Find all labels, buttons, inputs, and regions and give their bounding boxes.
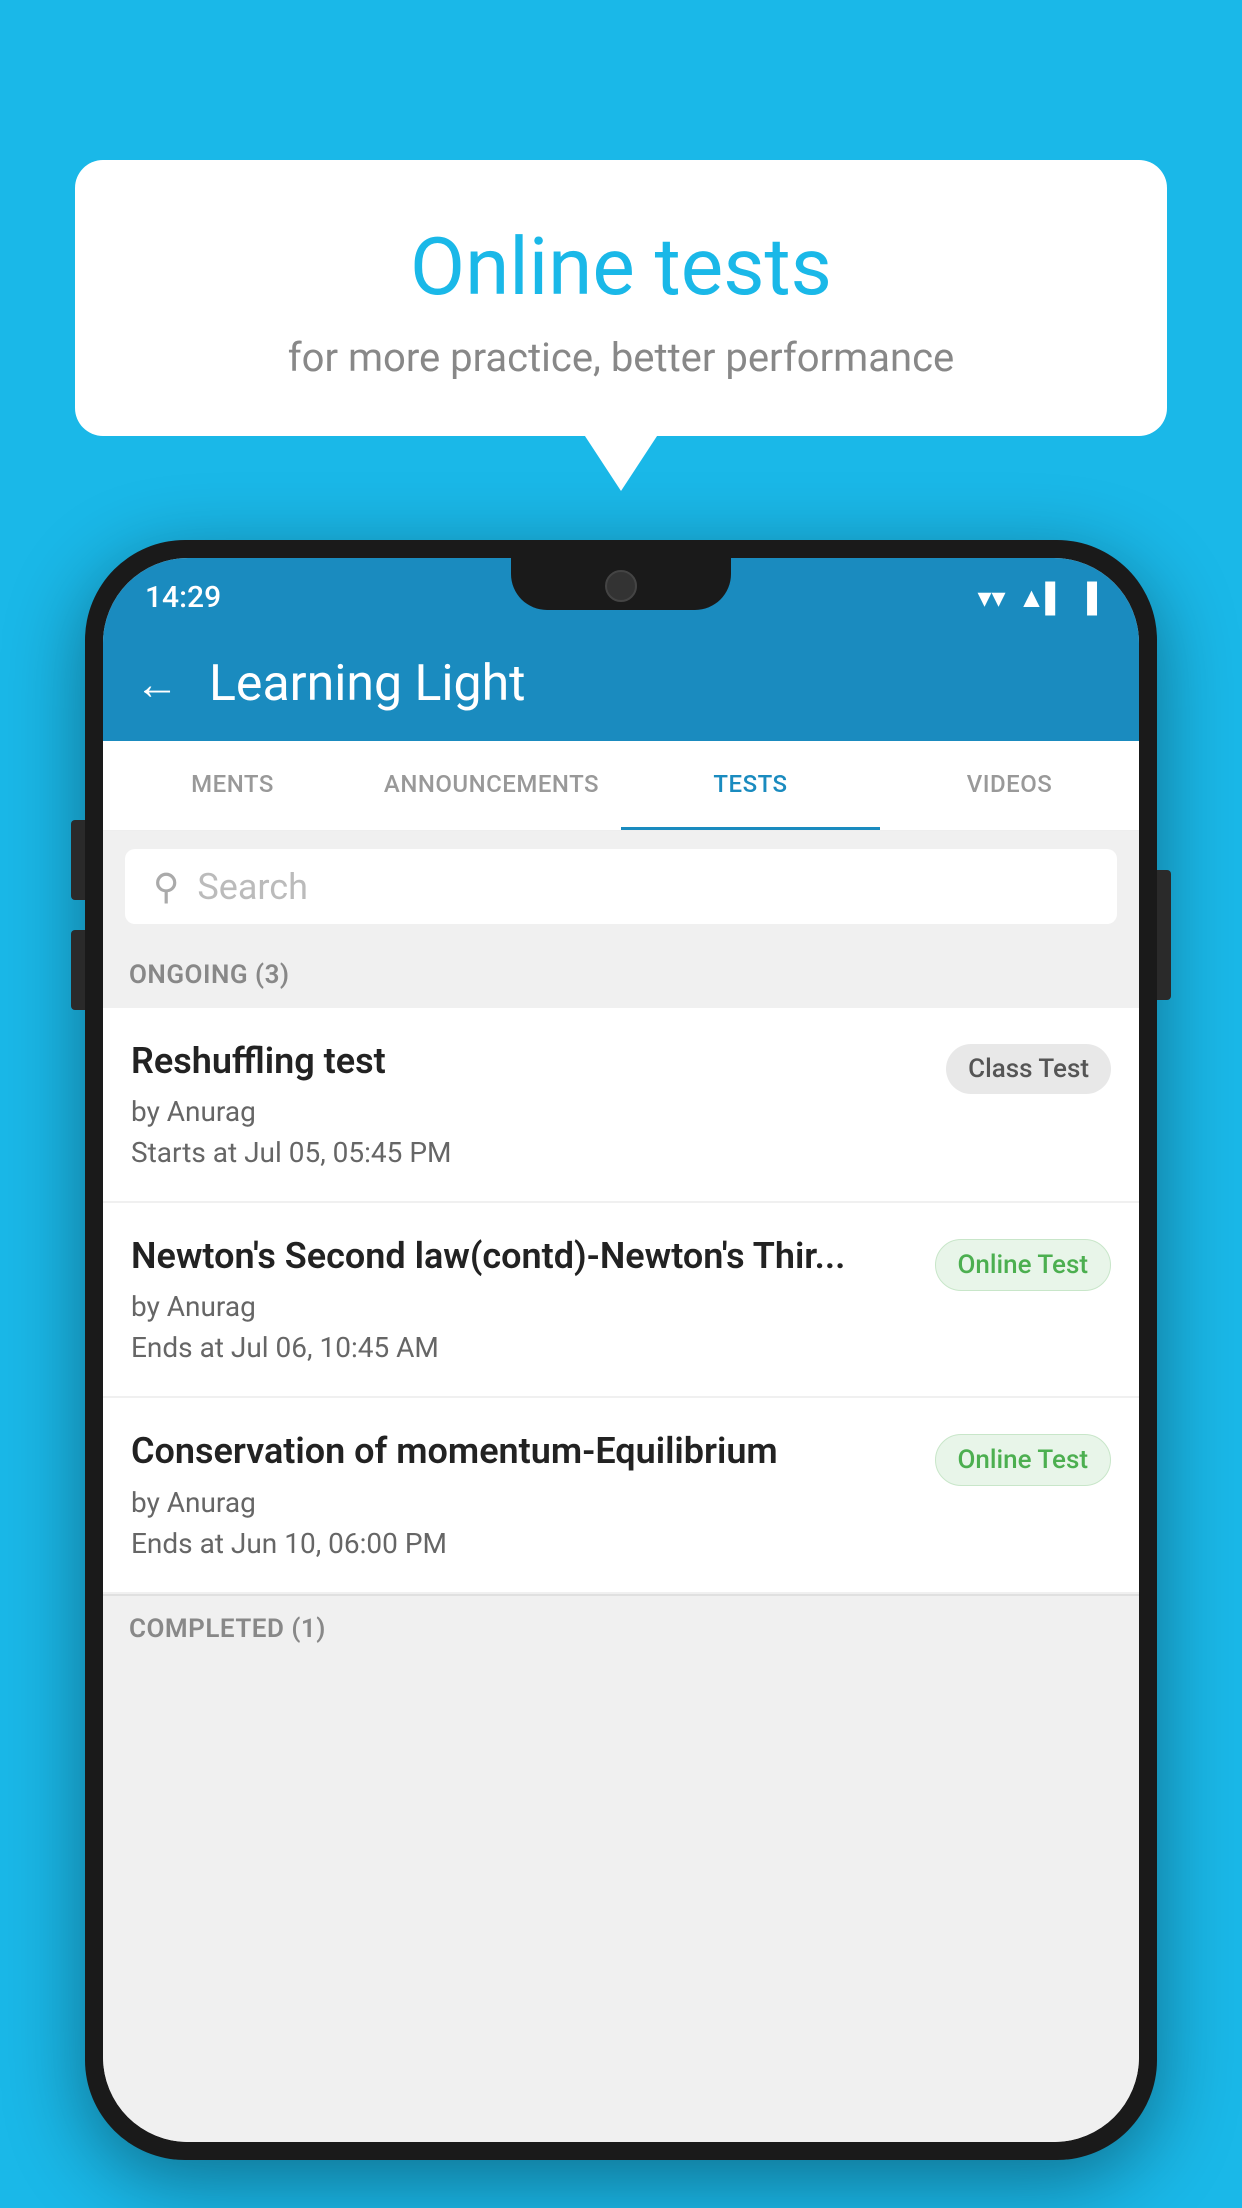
test-badge-3: Online Test [935,1434,1112,1486]
test-info-1: Reshuffling test by Anurag Starts at Jul… [131,1040,926,1169]
test-card-3[interactable]: Conservation of momentum-Equilibrium by … [103,1398,1139,1591]
volume-up-button[interactable] [71,820,85,900]
search-icon: ⚲ [153,866,179,908]
signal-icon: ▲▌ [1018,581,1066,614]
phone-frame: 14:29 ▾▾ ▲▌ ▐ ← Learning Light MENTS ANN… [85,540,1157,2160]
completed-section-header: COMPLETED (1) [103,1594,1139,1662]
app-bar: ← Learning Light [103,626,1139,741]
test-card-2[interactable]: Newton's Second law(contd)-Newton's Thir… [103,1203,1139,1396]
battery-icon: ▐ [1077,581,1097,614]
bubble-title: Online tests [125,220,1117,314]
test-author-3: by Anurag [131,1486,915,1519]
front-camera [605,570,637,602]
power-button[interactable] [1157,870,1171,1000]
test-time-3: Ends at Jun 10, 06:00 PM [131,1527,915,1560]
ongoing-section-header: ONGOING (3) [103,942,1139,1008]
search-bar[interactable]: ⚲ Search [125,849,1117,924]
test-info-3: Conservation of momentum-Equilibrium by … [131,1430,915,1559]
app-title: Learning Light [209,655,526,713]
volume-down-button[interactable] [71,930,85,1010]
phone-wrapper: 14:29 ▾▾ ▲▌ ▐ ← Learning Light MENTS ANN… [85,540,1157,2208]
tab-announcements[interactable]: ANNOUNCEMENTS [362,741,621,830]
test-badge-1: Class Test [946,1044,1111,1094]
test-title-1: Reshuffling test [131,1040,926,1083]
search-container: ⚲ Search [103,831,1139,942]
test-title-2: Newton's Second law(contd)-Newton's Thir… [131,1235,915,1278]
tab-videos[interactable]: VIDEOS [880,741,1139,830]
test-author-2: by Anurag [131,1290,915,1323]
status-icons: ▾▾ ▲▌ ▐ [977,581,1097,614]
phone-screen: 14:29 ▾▾ ▲▌ ▐ ← Learning Light MENTS ANN… [103,558,1139,2142]
phone-notch [511,558,731,610]
test-author-1: by Anurag [131,1095,926,1128]
test-time-1: Starts at Jul 05, 05:45 PM [131,1136,926,1169]
status-time: 14:29 [145,580,221,615]
test-title-3: Conservation of momentum-Equilibrium [131,1430,915,1473]
test-card-1[interactable]: Reshuffling test by Anurag Starts at Jul… [103,1008,1139,1201]
back-button[interactable]: ← [135,658,179,710]
test-time-2: Ends at Jul 06, 10:45 AM [131,1331,915,1364]
tabs-bar: MENTS ANNOUNCEMENTS TESTS VIDEOS [103,741,1139,831]
tab-tests[interactable]: TESTS [621,741,880,830]
wifi-icon: ▾▾ [977,581,1005,614]
search-placeholder: Search [197,866,308,908]
speech-bubble: Online tests for more practice, better p… [75,160,1167,436]
tab-ments[interactable]: MENTS [103,741,362,830]
bubble-subtitle: for more practice, better performance [125,334,1117,381]
content-area: ONGOING (3) Reshuffling test by Anurag S… [103,942,1139,2142]
test-badge-2: Online Test [935,1239,1112,1291]
test-info-2: Newton's Second law(contd)-Newton's Thir… [131,1235,915,1364]
